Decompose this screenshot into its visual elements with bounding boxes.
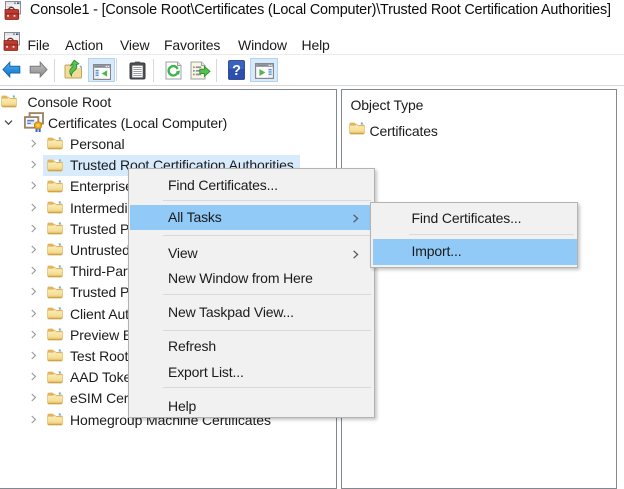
svg-text:?: ? [232,63,241,79]
